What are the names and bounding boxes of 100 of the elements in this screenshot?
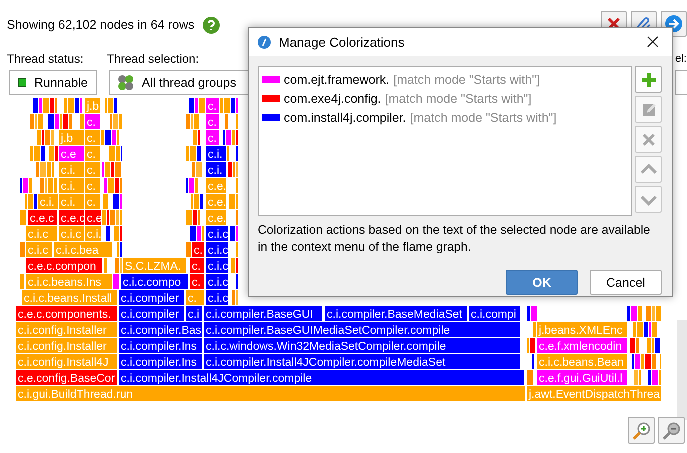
flame-frame[interactable]: c.i.c: [206, 290, 228, 305]
flame-frame[interactable]: [656, 306, 661, 321]
flame-frame[interactable]: [197, 226, 201, 241]
flame-frame[interactable]: [190, 146, 196, 161]
flame-frame[interactable]: c.i.config.Install4J: [16, 354, 117, 369]
flame-frame[interactable]: c.i.compiler.Ins: [119, 338, 202, 353]
flame-frame[interactable]: c.i.c: [26, 242, 52, 257]
add-button[interactable]: [635, 66, 662, 93]
flame-frame[interactable]: [192, 162, 195, 177]
flame-frame[interactable]: [193, 210, 197, 225]
flame-frame[interactable]: [186, 146, 189, 161]
flame-frame[interactable]: c.i.c.bea: [54, 242, 112, 257]
flame-frame[interactable]: [647, 338, 651, 353]
flame-frame[interactable]: [106, 226, 110, 241]
flame-frame[interactable]: [627, 306, 630, 321]
flame-frame[interactable]: [114, 226, 119, 241]
flame-frame[interactable]: c.e.c: [28, 210, 57, 225]
flame-frame[interactable]: [194, 114, 199, 129]
flame-frame[interactable]: [229, 194, 235, 209]
flame-frame[interactable]: [189, 178, 194, 193]
flame-frame[interactable]: c.i.gui.BuildThread.run: [16, 386, 525, 401]
flame-frame[interactable]: [109, 146, 115, 161]
flame-frame[interactable]: [111, 162, 114, 177]
flame-frame[interactable]: c.: [186, 290, 204, 305]
flame-frame[interactable]: c.e.f.xmlencodin: [537, 338, 627, 353]
flame-frame[interactable]: [23, 178, 28, 193]
flame-frame[interactable]: [113, 194, 119, 209]
flame-frame[interactable]: c.: [206, 130, 219, 145]
flame-frame[interactable]: c.: [206, 114, 219, 129]
flame-frame[interactable]: j.b: [59, 130, 84, 145]
flame-frame[interactable]: c.i.: [206, 162, 226, 177]
flame-frame[interactable]: [40, 178, 44, 193]
flame-frame[interactable]: [220, 98, 223, 113]
flame-frame[interactable]: [113, 114, 118, 129]
flame-frame[interactable]: [195, 98, 198, 113]
flame-frame[interactable]: [527, 370, 533, 385]
cancel-button[interactable]: Cancel: [590, 270, 662, 295]
flame-frame[interactable]: [34, 146, 40, 161]
flame-frame[interactable]: [652, 370, 658, 385]
flame-frame[interactable]: c.i.config.Installer: [16, 322, 117, 337]
flame-frame[interactable]: c.i.c: [206, 258, 228, 273]
flame-frame[interactable]: c.: [192, 242, 204, 257]
flame-frame[interactable]: [108, 98, 113, 113]
flame-frame[interactable]: c.i.c.windows.Win32MediaSetCompiler.compile: [204, 338, 520, 353]
flame-frame[interactable]: [644, 322, 648, 337]
flame-frame[interactable]: [20, 242, 25, 257]
flame-frame[interactable]: [232, 290, 235, 305]
flame-frame[interactable]: [635, 354, 640, 369]
flame-frame[interactable]: c.i.c.beans.Ins: [26, 274, 112, 289]
flame-frame[interactable]: [29, 178, 32, 193]
flame-frame[interactable]: [108, 178, 114, 193]
flame-frame[interactable]: c.i.compiler.Install4JCompiler.compile: [119, 370, 524, 385]
flame-frame[interactable]: c.i.c: [206, 226, 228, 241]
flame-frame[interactable]: [530, 338, 535, 353]
flame-frame[interactable]: c.i.compiler.BaseGUIMediaSetCompiler.compile: [204, 322, 520, 337]
flame-frame[interactable]: [110, 210, 115, 225]
flame-frame[interactable]: c.i.config.Installer: [16, 338, 117, 353]
flame-frame[interactable]: j.beans.XMLEnc: [537, 322, 627, 337]
flame-frame[interactable]: [101, 130, 104, 145]
flame-frame[interactable]: [186, 114, 190, 129]
flame-frame[interactable]: c.: [190, 274, 204, 289]
filter-dropdown[interactable]: Runnable: [9, 70, 97, 95]
scrollbar[interactable]: [677, 320, 687, 420]
flame-frame[interactable]: [231, 98, 235, 113]
flame-frame[interactable]: [68, 98, 74, 113]
flame-frame[interactable]: [652, 354, 656, 369]
flame-frame[interactable]: [47, 162, 51, 177]
flame-frame[interactable]: [54, 178, 57, 193]
flame-frame[interactable]: j.b: [85, 98, 100, 113]
flame-frame[interactable]: [224, 98, 230, 113]
flame-frame[interactable]: [195, 178, 198, 193]
flame-frame[interactable]: [194, 194, 199, 209]
flame-frame[interactable]: c.: [85, 162, 100, 177]
flame-frame[interactable]: [55, 146, 58, 161]
ok-button[interactable]: OK: [506, 270, 578, 295]
flame-frame[interactable]: c.e.: [206, 194, 227, 209]
flame-frame[interactable]: c.i.compiler.Ins: [119, 354, 202, 369]
flame-frame[interactable]: [186, 242, 191, 257]
flame-frame[interactable]: [200, 194, 203, 209]
flame-frame[interactable]: c.i.compiler: [119, 306, 184, 321]
flame-frame[interactable]: [531, 306, 537, 321]
flame-frame[interactable]: [631, 306, 637, 321]
flame-frame[interactable]: [80, 114, 84, 129]
flame-frame[interactable]: [40, 162, 46, 177]
flame-frame[interactable]: [51, 130, 54, 145]
flame-frame[interactable]: c.i.compiler: [119, 290, 184, 305]
flame-frame[interactable]: [105, 130, 111, 145]
flame-frame[interactable]: c.: [85, 130, 100, 145]
flame-frame[interactable]: c.i.c.beans.Install: [22, 290, 117, 305]
flame-frame[interactable]: c.: [85, 146, 100, 161]
flame-frame[interactable]: [186, 210, 192, 225]
flame-frame[interactable]: c.e.c.compon: [26, 258, 102, 273]
flame-frame[interactable]: c.i.c: [206, 274, 228, 289]
flame-frame[interactable]: [75, 98, 79, 113]
flame-frame[interactable]: c.i.: [85, 226, 102, 241]
flame-frame[interactable]: [34, 194, 37, 209]
flame-frame[interactable]: [228, 162, 232, 177]
flame-frame[interactable]: [230, 226, 235, 241]
flame-frame[interactable]: [30, 146, 33, 161]
flame-frame[interactable]: [232, 130, 235, 145]
